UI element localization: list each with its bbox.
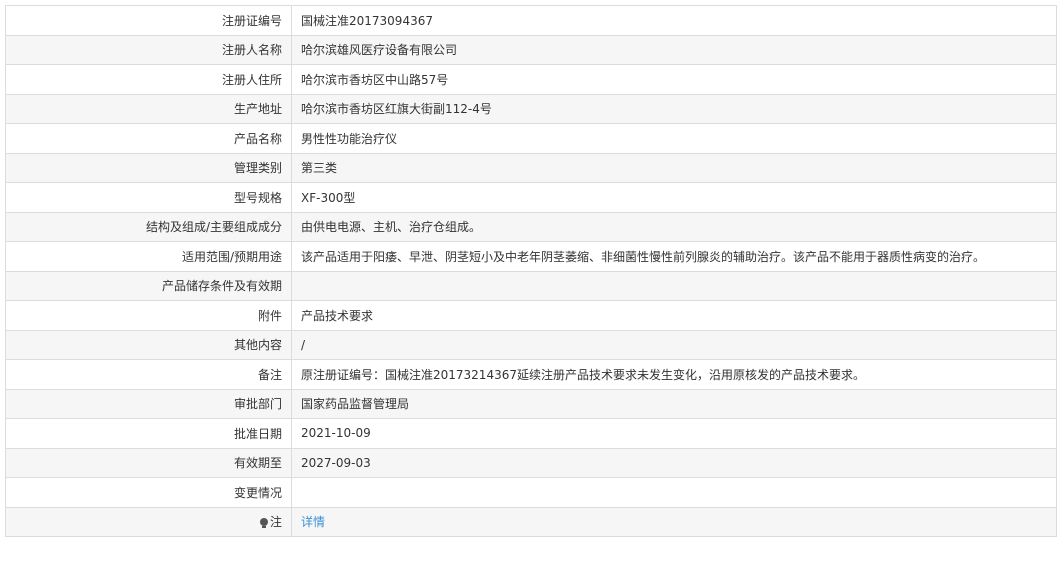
- table-row: 结构及组成/主要组成成分 由供电电源、主机、治疗仓组成。: [5, 211, 1057, 242]
- row-value: 产品技术要求: [291, 300, 1057, 331]
- table-row: 生产地址 哈尔滨市香坊区红旗大街副112-4号: [5, 93, 1057, 124]
- row-label: 备注: [5, 359, 292, 390]
- row-value: 2027-09-03: [291, 447, 1057, 478]
- table-row: 审批部门 国家药品监督管理局: [5, 388, 1057, 419]
- table-row: 备注 原注册证编号：国械注准20173214367延续注册产品技术要求未发生变化…: [5, 359, 1057, 390]
- row-label: 其他内容: [5, 329, 292, 360]
- row-value: [291, 270, 1057, 301]
- note-label-cell: 注: [5, 506, 292, 537]
- row-value: XF-300型: [291, 182, 1057, 213]
- table-row: 管理类别 第三类: [5, 152, 1057, 183]
- note-row: 注 详情: [5, 506, 1057, 537]
- table-row: 附件 产品技术要求: [5, 300, 1057, 331]
- row-label: 管理类别: [5, 152, 292, 183]
- row-label: 注册人住所: [5, 64, 292, 95]
- row-value: 哈尔滨市香坊区红旗大街副112-4号: [291, 93, 1057, 124]
- table-row: 其他内容 /: [5, 329, 1057, 360]
- row-label: 有效期至: [5, 447, 292, 478]
- row-label: 结构及组成/主要组成成分: [5, 211, 292, 242]
- lightbulb-icon: [259, 518, 268, 529]
- table-row: 注册人住所 哈尔滨市香坊区中山路57号: [5, 64, 1057, 95]
- row-label: 产品名称: [5, 123, 292, 154]
- table-row: 变更情况: [5, 477, 1057, 508]
- note-value-cell: 详情: [291, 506, 1057, 537]
- row-value: 第三类: [291, 152, 1057, 183]
- row-value: 该产品适用于阳痿、早泄、阴茎短小及中老年阴茎萎缩、非细菌性慢性前列腺炎的辅助治疗…: [291, 241, 1057, 272]
- table-row: 注册人名称 哈尔滨雄风医疗设备有限公司: [5, 34, 1057, 65]
- table-row: 注册证编号 国械注准20173094367: [5, 5, 1057, 36]
- table-row: 型号规格 XF-300型: [5, 182, 1057, 213]
- row-label: 变更情况: [5, 477, 292, 508]
- row-label: 注册证编号: [5, 5, 292, 36]
- table-row: 适用范围/预期用途 该产品适用于阳痿、早泄、阴茎短小及中老年阴茎萎缩、非细菌性慢…: [5, 241, 1057, 272]
- row-label: 产品储存条件及有效期: [5, 270, 292, 301]
- row-label: 附件: [5, 300, 292, 331]
- row-label: 型号规格: [5, 182, 292, 213]
- row-value: 国家药品监督管理局: [291, 388, 1057, 419]
- row-value: 由供电电源、主机、治疗仓组成。: [291, 211, 1057, 242]
- table-row: 产品储存条件及有效期: [5, 270, 1057, 301]
- row-value: [291, 477, 1057, 508]
- details-link[interactable]: 详情: [301, 515, 325, 529]
- registration-info-panel: 注册证编号 国械注准20173094367 注册人名称 哈尔滨雄风医疗设备有限公…: [5, 5, 1057, 537]
- row-value: 男性性功能治疗仪: [291, 123, 1057, 154]
- row-label: 适用范围/预期用途: [5, 241, 292, 272]
- table-row: 批准日期 2021-10-09: [5, 418, 1057, 449]
- table-row: 有效期至 2027-09-03: [5, 447, 1057, 478]
- row-value: /: [291, 329, 1057, 360]
- row-label: 注册人名称: [5, 34, 292, 65]
- row-value: 哈尔滨雄风医疗设备有限公司: [291, 34, 1057, 65]
- row-value: 哈尔滨市香坊区中山路57号: [291, 64, 1057, 95]
- row-label: 审批部门: [5, 388, 292, 419]
- row-label: 批准日期: [5, 418, 292, 449]
- registration-info-table: 注册证编号 国械注准20173094367 注册人名称 哈尔滨雄风医疗设备有限公…: [5, 5, 1057, 537]
- row-label: 生产地址: [5, 93, 292, 124]
- table-row: 产品名称 男性性功能治疗仪: [5, 123, 1057, 154]
- row-value: 原注册证编号：国械注准20173214367延续注册产品技术要求未发生变化，沿用…: [291, 359, 1057, 390]
- note-label: 注: [269, 515, 282, 530]
- row-value: 国械注准20173094367: [291, 5, 1057, 36]
- row-value: 2021-10-09: [291, 418, 1057, 449]
